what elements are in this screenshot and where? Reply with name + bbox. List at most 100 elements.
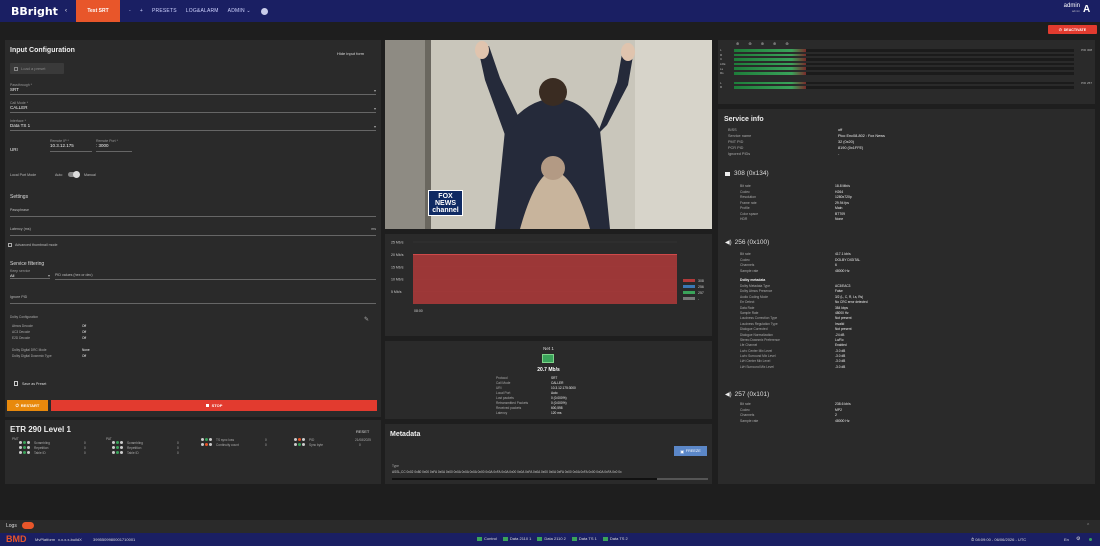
meter-bar (734, 81, 1074, 85)
etr-value: 0 (177, 440, 179, 445)
audio-257-rows: Bit rate 238.6 kb/s Codec MP2 Channels 2 Sampl… (740, 402, 851, 424)
info-key: Lt/rt Surround Mix Level (740, 364, 774, 369)
app-logo[interactable]: BBright (11, 5, 59, 18)
service-info-panel: Service info BISS off Service name Pico Enc… (718, 109, 1095, 484)
legend-label: 308 (698, 279, 704, 283)
etr-col-1: Scrambling 0 Repetition 0 Table ID 0 (19, 440, 86, 455)
service-filtering-heading: Service filtering (10, 261, 45, 267)
settings-icon[interactable]: ⚙ (1076, 536, 1080, 542)
info-value: -3.0 dB (835, 364, 846, 369)
input-config-title: Input Configuration (10, 47, 75, 54)
hide-input-form-link[interactable]: Hide input form (337, 51, 364, 56)
legend-label: 257 (698, 291, 704, 295)
load-preset-button[interactable]: Load a preset (10, 63, 64, 74)
local-port-mode-label: Local Port Mode (10, 173, 37, 177)
nav-minus[interactable]: - (129, 8, 131, 14)
passphrase-field[interactable]: Passphrase (10, 208, 376, 217)
interface-status[interactable]: Control (477, 536, 497, 541)
stop-label: STOP (211, 403, 223, 408)
interface-status[interactable]: Data 2110 1 (502, 536, 531, 541)
audio-257-header[interactable]: ◀) 257 (0x101) (725, 391, 769, 398)
nav-admin[interactable]: ADMIN ⌄ (228, 8, 251, 14)
meter-channel-label: R (720, 85, 723, 90)
nav-log-alarm[interactable]: LOG&ALARM (186, 8, 219, 14)
etr-reset-button[interactable]: RESET (356, 429, 369, 434)
network-port-icon (502, 536, 508, 541)
nav-presets[interactable]: PRESETS (152, 8, 177, 14)
back-icon[interactable]: ‹ (59, 8, 73, 14)
passthrough-select[interactable]: Passthrough * SRT ▾ (10, 83, 376, 95)
local-port-mode-toggle[interactable] (68, 171, 80, 178)
video-stream-header[interactable]: 308 (0x134) (725, 170, 769, 177)
interface-status[interactable]: Data 2110 2 (537, 536, 566, 541)
metadata-scrollbar[interactable] (392, 478, 708, 480)
interface-status-list: Control Data 2110 1 Data 2110 2 Data TS 1 Da… (477, 536, 628, 541)
legend-label: 256 (698, 285, 704, 289)
power-icon: ⏻ (1058, 27, 1062, 32)
meter-bar (734, 62, 1074, 66)
ignore-pid-field[interactable]: Ignore PID (10, 295, 376, 304)
etr290-panel: ETR 290 Level 1 RESET PMT PAT 21/08/2025… (5, 420, 381, 484)
audio-meter-row: R (720, 85, 1092, 90)
net-row: Latency 120 ms (496, 411, 576, 416)
service-info-title: Service info (724, 116, 764, 123)
latency-field[interactable]: Latency (ms) ms (10, 227, 376, 236)
deactivate-button[interactable]: ⏻ DEACTIVATE (1048, 25, 1097, 34)
freeze-button[interactable]: ▣ FREEZE (674, 446, 707, 456)
info-key: Ignored PIDs (728, 152, 751, 156)
language-select[interactable]: En (1064, 537, 1069, 542)
etr-key: Table ID (127, 450, 139, 455)
settings-heading: Settings (10, 194, 29, 200)
chevron-down-icon: ▾ (373, 88, 376, 93)
logs-bar[interactable]: Logs ⌃ (0, 520, 1100, 533)
stop-icon (205, 404, 209, 407)
legend-label: - (698, 297, 700, 301)
audio-256-header[interactable]: ◀) 256 (0x100) (725, 239, 769, 246)
video-preview[interactable]: FOX NEWS channel (385, 40, 712, 229)
user-info: admin admin (1064, 3, 1080, 13)
remote-port-field[interactable]: Remote Port * : 3000 (96, 139, 132, 152)
video-stream-title: 308 (0x134) (734, 170, 769, 177)
interface-status[interactable]: Data TS 2 (602, 536, 628, 541)
pid-values-input[interactable]: PID values (hex or dec) (55, 273, 376, 280)
legend-swatch (683, 285, 695, 288)
pat-label: PAT (106, 437, 112, 441)
etr-value: 0 (84, 440, 86, 445)
nav-plus[interactable]: + (140, 8, 143, 14)
keep-service-select[interactable]: Keep service All ▾ (10, 269, 50, 279)
interface-status[interactable]: Data TS 1 (571, 536, 597, 541)
passphrase-placeholder: Passphrase (10, 208, 29, 212)
etr-key: TS sync loss (216, 437, 235, 442)
meter-bar (734, 67, 1074, 70)
info-value: 8190 (0x1FFE) (838, 146, 864, 150)
y-tick-label: 15 Mb/s (391, 265, 404, 269)
advanced-thumbnail-checkbox[interactable]: Advanced thumbnail mode (8, 243, 58, 247)
interface-name: Control (484, 536, 497, 541)
dolby-value: Off (82, 336, 87, 340)
tab-test-srt[interactable]: Test SRT (76, 0, 120, 22)
save-preset-button[interactable]: Save as Preset (14, 381, 46, 386)
lock-icon: ▣ (680, 449, 684, 454)
dolby-value: Off (82, 354, 87, 358)
audio-meter-row: Rs (720, 71, 1092, 76)
info-value: DOLBY DIGITAL (835, 257, 861, 262)
stop-button[interactable]: STOP (51, 400, 377, 411)
info-row: Sample rate 48000 Hz (740, 419, 851, 425)
restart-button[interactable]: ⏻ RESTART (7, 400, 48, 411)
remote-ip-field[interactable]: Remote IP * 10.3.12.175 (50, 139, 92, 152)
interface-select[interactable]: Interface * Data TS 1 ▾ (10, 119, 376, 131)
call-mode-select[interactable]: Call Mode * CALLER ▾ (10, 101, 376, 113)
advanced-thumbnail-label: Advanced thumbnail mode (15, 243, 58, 247)
preset-icon (14, 66, 18, 71)
chevron-up-icon[interactable]: ⌃ (1086, 523, 1090, 529)
avatar[interactable]: A (1083, 4, 1096, 18)
etr-key: Continuity count (216, 442, 239, 447)
help-icon[interactable] (260, 7, 268, 15)
network-icon (542, 354, 554, 363)
restart-label: RESTART (20, 403, 40, 408)
net-stats: Protocol SRT Call Mode CALLER URI 10.3.12.1… (496, 376, 576, 416)
edit-icon[interactable]: ✎ (364, 316, 369, 323)
local-port-auto-label: Auto (55, 173, 63, 177)
network-port-icon (602, 536, 608, 541)
etr-value: 0 (84, 450, 86, 455)
